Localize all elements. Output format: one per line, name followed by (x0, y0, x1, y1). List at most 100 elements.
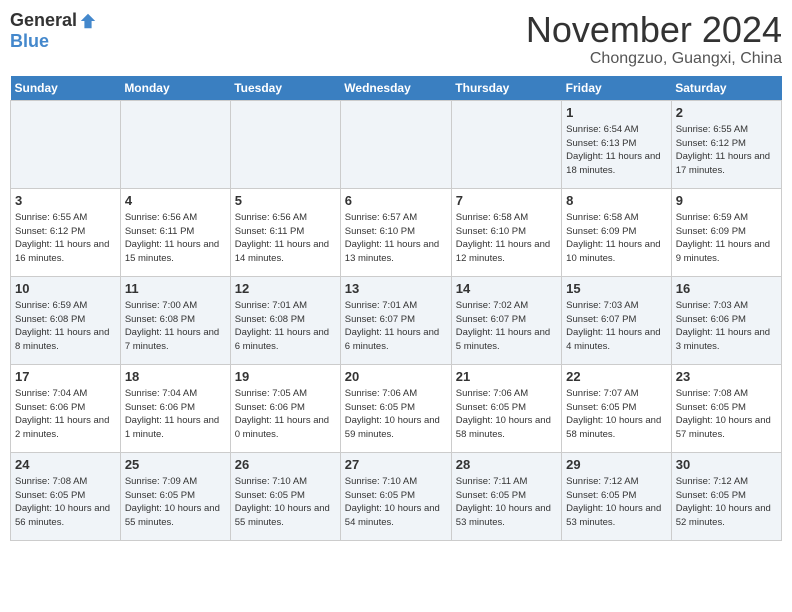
day-info: Sunrise: 6:55 AM Sunset: 6:12 PM Dayligh… (15, 211, 116, 266)
week-row-3: 10Sunrise: 6:59 AM Sunset: 6:08 PM Dayli… (11, 276, 782, 364)
calendar-cell: 26Sunrise: 7:10 AM Sunset: 6:05 PM Dayli… (230, 452, 340, 540)
day-number: 16 (676, 280, 777, 298)
day-info: Sunrise: 7:10 AM Sunset: 6:05 PM Dayligh… (235, 475, 336, 530)
day-info: Sunrise: 7:01 AM Sunset: 6:08 PM Dayligh… (235, 299, 336, 354)
day-number: 30 (676, 456, 777, 474)
calendar-cell: 3Sunrise: 6:55 AM Sunset: 6:12 PM Daylig… (11, 188, 121, 276)
day-info: Sunrise: 6:58 AM Sunset: 6:10 PM Dayligh… (456, 211, 557, 266)
day-info: Sunrise: 7:06 AM Sunset: 6:05 PM Dayligh… (456, 387, 557, 442)
calendar-cell: 20Sunrise: 7:06 AM Sunset: 6:05 PM Dayli… (340, 364, 451, 452)
day-info: Sunrise: 7:03 AM Sunset: 6:07 PM Dayligh… (566, 299, 667, 354)
day-number: 25 (125, 456, 226, 474)
weekday-header-sunday: Sunday (11, 76, 121, 101)
day-number: 20 (345, 368, 447, 386)
calendar-cell (120, 100, 230, 188)
calendar-cell: 15Sunrise: 7:03 AM Sunset: 6:07 PM Dayli… (562, 276, 672, 364)
calendar-cell: 30Sunrise: 7:12 AM Sunset: 6:05 PM Dayli… (671, 452, 781, 540)
day-number: 2 (676, 104, 777, 122)
day-number: 18 (125, 368, 226, 386)
day-info: Sunrise: 6:59 AM Sunset: 6:09 PM Dayligh… (676, 211, 777, 266)
day-number: 22 (566, 368, 667, 386)
month-title: November 2024 (526, 10, 782, 50)
calendar-cell: 12Sunrise: 7:01 AM Sunset: 6:08 PM Dayli… (230, 276, 340, 364)
calendar-cell: 27Sunrise: 7:10 AM Sunset: 6:05 PM Dayli… (340, 452, 451, 540)
day-number: 26 (235, 456, 336, 474)
calendar-cell: 9Sunrise: 6:59 AM Sunset: 6:09 PM Daylig… (671, 188, 781, 276)
day-number: 8 (566, 192, 667, 210)
day-number: 6 (345, 192, 447, 210)
week-row-5: 24Sunrise: 7:08 AM Sunset: 6:05 PM Dayli… (11, 452, 782, 540)
day-number: 19 (235, 368, 336, 386)
logo: General Blue (10, 10, 97, 52)
day-info: Sunrise: 7:12 AM Sunset: 6:05 PM Dayligh… (676, 475, 777, 530)
day-info: Sunrise: 7:02 AM Sunset: 6:07 PM Dayligh… (456, 299, 557, 354)
title-section: November 2024 Chongzuo, Guangxi, China (526, 10, 782, 68)
day-info: Sunrise: 7:09 AM Sunset: 6:05 PM Dayligh… (125, 475, 226, 530)
day-number: 29 (566, 456, 667, 474)
calendar-cell (11, 100, 121, 188)
weekday-header-monday: Monday (120, 76, 230, 101)
day-number: 27 (345, 456, 447, 474)
day-info: Sunrise: 7:08 AM Sunset: 6:05 PM Dayligh… (676, 387, 777, 442)
day-number: 12 (235, 280, 336, 298)
day-info: Sunrise: 6:56 AM Sunset: 6:11 PM Dayligh… (125, 211, 226, 266)
calendar-cell: 14Sunrise: 7:02 AM Sunset: 6:07 PM Dayli… (451, 276, 561, 364)
weekday-header-tuesday: Tuesday (230, 76, 340, 101)
day-info: Sunrise: 7:04 AM Sunset: 6:06 PM Dayligh… (15, 387, 116, 442)
calendar-cell: 13Sunrise: 7:01 AM Sunset: 6:07 PM Dayli… (340, 276, 451, 364)
day-info: Sunrise: 7:05 AM Sunset: 6:06 PM Dayligh… (235, 387, 336, 442)
weekday-header-wednesday: Wednesday (340, 76, 451, 101)
day-info: Sunrise: 6:55 AM Sunset: 6:12 PM Dayligh… (676, 123, 777, 178)
calendar-cell (340, 100, 451, 188)
week-row-2: 3Sunrise: 6:55 AM Sunset: 6:12 PM Daylig… (11, 188, 782, 276)
calendar-cell: 5Sunrise: 6:56 AM Sunset: 6:11 PM Daylig… (230, 188, 340, 276)
calendar-cell: 24Sunrise: 7:08 AM Sunset: 6:05 PM Dayli… (11, 452, 121, 540)
calendar-cell: 28Sunrise: 7:11 AM Sunset: 6:05 PM Dayli… (451, 452, 561, 540)
day-info: Sunrise: 7:07 AM Sunset: 6:05 PM Dayligh… (566, 387, 667, 442)
page-header: General Blue November 2024 Chongzuo, Gua… (10, 10, 782, 68)
day-info: Sunrise: 6:59 AM Sunset: 6:08 PM Dayligh… (15, 299, 116, 354)
day-info: Sunrise: 6:54 AM Sunset: 6:13 PM Dayligh… (566, 123, 667, 178)
logo-blue-text: Blue (10, 31, 49, 52)
logo-icon (79, 12, 97, 30)
calendar-cell (451, 100, 561, 188)
day-number: 9 (676, 192, 777, 210)
location-title: Chongzuo, Guangxi, China (526, 50, 782, 68)
day-number: 24 (15, 456, 116, 474)
week-row-1: 1Sunrise: 6:54 AM Sunset: 6:13 PM Daylig… (11, 100, 782, 188)
day-number: 7 (456, 192, 557, 210)
calendar-cell: 1Sunrise: 6:54 AM Sunset: 6:13 PM Daylig… (562, 100, 672, 188)
week-row-4: 17Sunrise: 7:04 AM Sunset: 6:06 PM Dayli… (11, 364, 782, 452)
day-info: Sunrise: 6:58 AM Sunset: 6:09 PM Dayligh… (566, 211, 667, 266)
day-info: Sunrise: 7:10 AM Sunset: 6:05 PM Dayligh… (345, 475, 447, 530)
weekday-header-row: SundayMondayTuesdayWednesdayThursdayFrid… (11, 76, 782, 101)
day-number: 4 (125, 192, 226, 210)
day-number: 21 (456, 368, 557, 386)
calendar-table: SundayMondayTuesdayWednesdayThursdayFrid… (10, 76, 782, 541)
day-number: 10 (15, 280, 116, 298)
day-number: 23 (676, 368, 777, 386)
day-info: Sunrise: 7:12 AM Sunset: 6:05 PM Dayligh… (566, 475, 667, 530)
day-info: Sunrise: 7:06 AM Sunset: 6:05 PM Dayligh… (345, 387, 447, 442)
calendar-cell: 16Sunrise: 7:03 AM Sunset: 6:06 PM Dayli… (671, 276, 781, 364)
day-info: Sunrise: 7:03 AM Sunset: 6:06 PM Dayligh… (676, 299, 777, 354)
weekday-header-saturday: Saturday (671, 76, 781, 101)
calendar-cell: 2Sunrise: 6:55 AM Sunset: 6:12 PM Daylig… (671, 100, 781, 188)
day-number: 15 (566, 280, 667, 298)
calendar-cell: 19Sunrise: 7:05 AM Sunset: 6:06 PM Dayli… (230, 364, 340, 452)
day-number: 28 (456, 456, 557, 474)
day-info: Sunrise: 6:56 AM Sunset: 6:11 PM Dayligh… (235, 211, 336, 266)
day-info: Sunrise: 7:08 AM Sunset: 6:05 PM Dayligh… (15, 475, 116, 530)
day-info: Sunrise: 7:00 AM Sunset: 6:08 PM Dayligh… (125, 299, 226, 354)
day-number: 17 (15, 368, 116, 386)
weekday-header-thursday: Thursday (451, 76, 561, 101)
logo-general-text: General (10, 10, 77, 31)
day-number: 13 (345, 280, 447, 298)
calendar-cell: 11Sunrise: 7:00 AM Sunset: 6:08 PM Dayli… (120, 276, 230, 364)
day-number: 1 (566, 104, 667, 122)
calendar-cell: 25Sunrise: 7:09 AM Sunset: 6:05 PM Dayli… (120, 452, 230, 540)
day-info: Sunrise: 7:01 AM Sunset: 6:07 PM Dayligh… (345, 299, 447, 354)
day-info: Sunrise: 6:57 AM Sunset: 6:10 PM Dayligh… (345, 211, 447, 266)
weekday-header-friday: Friday (562, 76, 672, 101)
day-info: Sunrise: 7:04 AM Sunset: 6:06 PM Dayligh… (125, 387, 226, 442)
